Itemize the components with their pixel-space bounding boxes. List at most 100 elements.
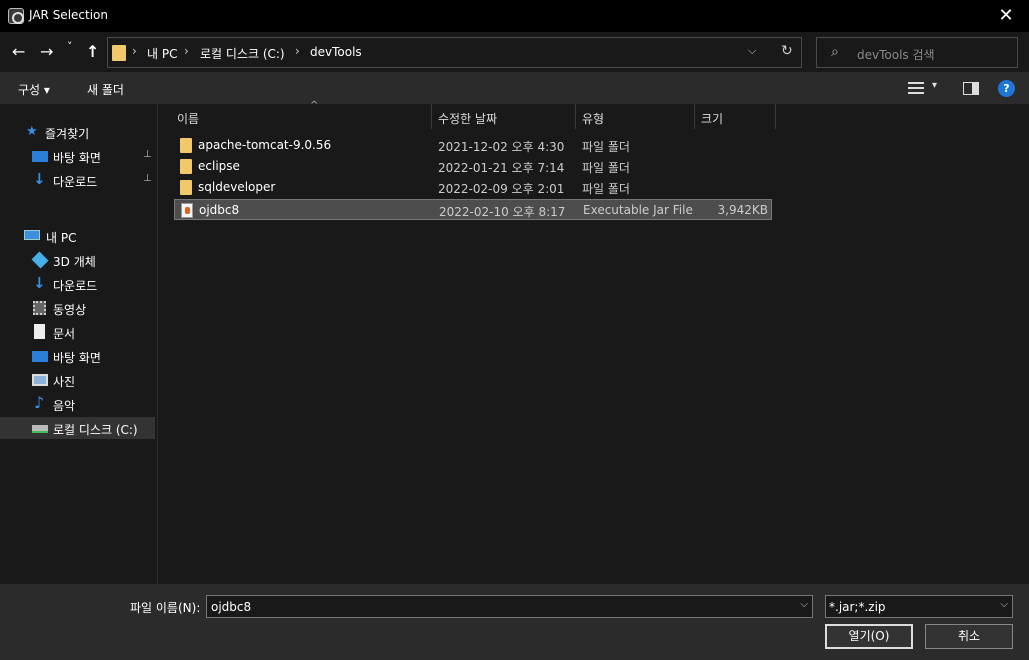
sidebar-item-label: 바탕 화면 [53,151,101,165]
chevron-down-icon[interactable]: ⌵ [1000,599,1008,610]
filter-value: *.jar;*.zip [829,600,886,614]
sidebar-item-desktop-pc[interactable]: 바탕 화면 [0,345,155,367]
sort-ascending-icon: ^ [310,100,319,111]
file-modified: 2022-01-21 오후 7:14 [438,161,565,175]
address-bar[interactable]: › 내 PC › 로컬 디스크 (C:) › devTools ⌵ ↻ [107,37,802,68]
preview-pane-icon[interactable] [963,82,979,95]
pin-icon[interactable]: ⊥ [143,173,152,184]
recent-locations-icon[interactable]: ˅ [67,40,73,53]
breadcrumb-devtools[interactable]: devTools [310,45,362,59]
sidebar-item-label: 동영상 [53,303,87,317]
file-type: Executable Jar File [583,203,693,217]
download-icon: ↓ [33,274,46,292]
sidebar-item-favorites[interactable]: ★ 즐겨찾기 [0,121,155,143]
desktop-icon [32,351,48,362]
desktop-icon [32,151,48,162]
file-list: 이름 ^ 수정한 날짜 유형 크기 apache-tomcat-9.0.56 2… [159,100,1029,584]
picture-icon [32,374,48,386]
sidebar-item-label: 음악 [53,399,76,413]
sidebar-item-desktop[interactable]: 바탕 화면 ⊥ [0,145,155,167]
file-type-filter[interactable]: *.jar;*.zip ⌵ [825,595,1013,618]
folder-icon [180,138,192,153]
file-modified: 2022-02-10 오후 8:17 [439,205,566,219]
folder-icon [180,159,192,174]
file-modified: 2022-02-09 오후 2:01 [438,182,565,196]
folder-icon [180,180,192,195]
sidebar-item-label: 3D 개체 [53,255,96,269]
sidebar-item-music[interactable]: ♪ 음악 [0,393,155,415]
back-arrow-icon[interactable]: ← [12,42,25,61]
sidebar-item-downloads-pc[interactable]: ↓ 다운로드 [0,273,155,295]
breadcrumb-separator: › [184,44,189,58]
file-type: 파일 폴더 [582,161,630,175]
sidebar-item-label: 내 PC [46,231,77,245]
dialog-footer: 파일 이름(N): ojdbc8 ⌵ *.jar;*.zip ⌵ 열기(O) 취… [0,584,1029,660]
breadcrumb-separator: › [132,44,137,58]
window-title: JAR Selection [29,8,108,22]
new-folder-button[interactable]: 새 폴더 [87,81,124,98]
address-row: ← → ˅ ↑ › 내 PC › 로컬 디스크 (C:) › devTools … [0,32,1029,72]
column-header-size[interactable]: 크기 [695,104,776,129]
sidebar-item-3d-objects[interactable]: 3D 개체 [0,249,155,271]
sidebar-item-label: 즐겨찾기 [45,127,90,141]
file-name: eclipse [198,159,240,173]
refresh-icon[interactable]: ↻ [781,43,793,59]
sidebar-item-pictures[interactable]: 사진 [0,369,155,391]
file-modified: 2021-12-02 오후 4:30 [438,140,565,154]
toolbar: 구성 ▾ 새 폴더 ▾ ? [0,72,1029,104]
view-list-icon[interactable] [908,82,924,94]
filename-label: 파일 이름(N): [130,601,201,615]
column-header-modified[interactable]: 수정한 날짜 [432,104,576,129]
filename-input[interactable]: ojdbc8 ⌵ [206,595,813,618]
column-header-type[interactable]: 유형 [576,104,695,129]
file-type: 파일 폴더 [582,140,630,154]
file-name: apache-tomcat-9.0.56 [198,138,332,152]
breadcrumb-local-disk[interactable]: 로컬 디스크 (C:) [200,45,285,62]
title-bar: JAR Selection ✕ [0,0,1029,32]
music-icon: ♪ [34,393,45,412]
search-placeholder: devTools 검색 [857,48,935,62]
search-input[interactable]: ⌕ devTools 검색 [816,37,1018,68]
file-type: 파일 폴더 [582,182,630,196]
sidebar-item-label: 사진 [53,375,76,389]
up-arrow-icon[interactable]: ↑ [86,42,99,61]
sidebar-item-downloads[interactable]: ↓ 다운로드 ⊥ [0,169,155,191]
organize-button[interactable]: 구성 ▾ [18,81,50,98]
cancel-button[interactable]: 취소 [925,624,1013,649]
view-dropdown-icon[interactable]: ▾ [932,80,937,91]
computer-icon [24,230,40,240]
sidebar-item-videos[interactable]: 동영상 [0,297,155,319]
file-row-selected[interactable]: ojdbc8 2022-02-10 오후 8:17 Executable Jar… [174,199,772,220]
search-icon: ⌕ [831,44,839,60]
pin-icon[interactable]: ⊥ [143,149,152,160]
chevron-down-icon[interactable]: ⌵ [800,599,808,610]
drive-icon [32,425,48,433]
folder-icon [112,45,126,61]
column-header-name[interactable]: 이름 ^ [171,100,432,129]
sidebar-item-label: 문서 [53,327,76,341]
file-row[interactable]: sqldeveloper 2022-02-09 오후 2:01 파일 폴더 [174,177,772,198]
video-icon [33,301,46,315]
sidebar-item-label: 다운로드 [53,175,98,189]
app-icon [8,8,24,24]
close-button[interactable]: ✕ [983,0,1029,32]
document-icon [34,324,45,339]
sidebar-item-local-disk[interactable]: 로컬 디스크 (C:) [0,417,155,439]
breadcrumb-separator: › [295,44,300,58]
download-icon: ↓ [33,170,46,188]
cube-icon [31,251,49,269]
java-jar-icon [181,203,193,218]
help-icon[interactable]: ? [998,80,1015,97]
file-row[interactable]: apache-tomcat-9.0.56 2021-12-02 오후 4:30 … [174,135,772,156]
breadcrumb-my-pc[interactable]: 내 PC [147,45,177,62]
open-button[interactable]: 열기(O) [825,624,913,649]
filename-value: ojdbc8 [211,600,252,614]
address-dropdown-icon[interactable]: ⌵ [748,44,756,58]
sidebar-item-label: 다운로드 [53,279,98,293]
file-name: sqldeveloper [198,180,276,194]
sidebar-item-documents[interactable]: 문서 [0,321,155,343]
file-row[interactable]: eclipse 2022-01-21 오후 7:14 파일 폴더 [174,156,772,177]
forward-arrow-icon[interactable]: → [40,42,53,61]
sidebar-item-this-pc[interactable]: 내 PC [0,225,155,247]
star-icon: ★ [26,124,38,139]
